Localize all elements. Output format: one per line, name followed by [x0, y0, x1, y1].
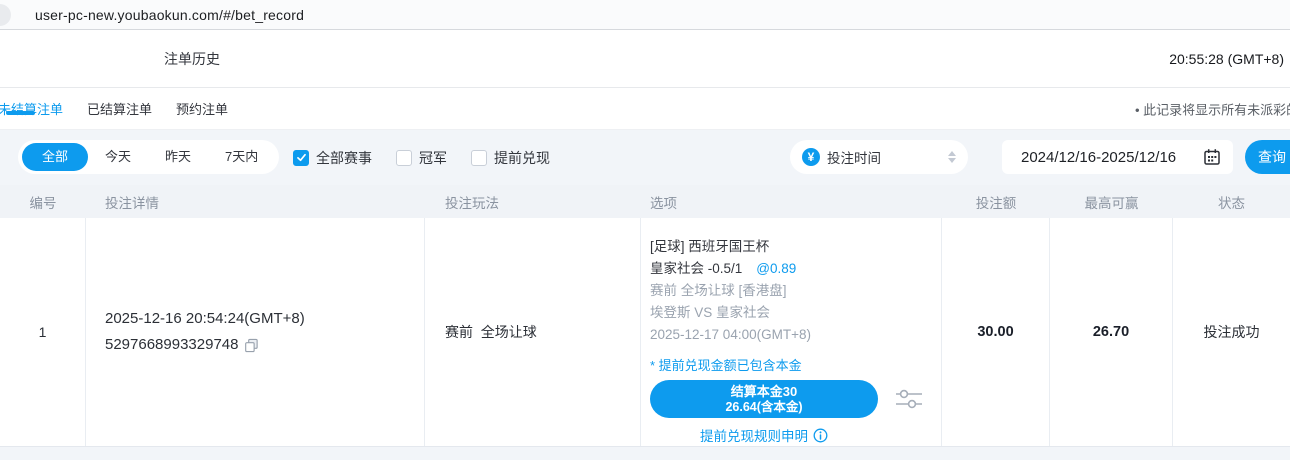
checkbox-all-events-label: 全部赛事: [316, 148, 372, 168]
filter-pill-all[interactable]: 全部: [22, 143, 88, 171]
col-header-no: 编号: [0, 192, 86, 212]
tab-settled-label: 已结算注单: [87, 102, 152, 117]
checkbox-champion-label: 冠军: [419, 148, 447, 168]
server-clock: 20:55:28 (GMT+8): [1169, 51, 1284, 67]
filter-pill-today[interactable]: 今天: [88, 143, 148, 171]
date-range-input[interactable]: 2024/12/16-2025/12/16: [1002, 140, 1233, 174]
page-header: 注单历史 20:55:28 (GMT+8): [0, 30, 1290, 88]
option-match-time: 2025-12-17 04:00(GMT+8): [650, 324, 941, 346]
checkbox-champion[interactable]: 冠军: [396, 148, 447, 168]
cashout-button-line2: 26.64(含本金): [725, 400, 802, 415]
browser-address-bar[interactable]: user-pc-new.youbaokun.com/#/bet_record: [0, 0, 1290, 30]
cell-status: 投注成功: [1173, 218, 1290, 446]
cell-max-win: 26.70: [1050, 218, 1173, 446]
tab-reserved-label: 预约注单: [176, 102, 228, 117]
bet-time-sort-select[interactable]: ¥ 投注时间: [790, 140, 968, 174]
cashout-button-line1: 结算本金30: [731, 384, 797, 400]
cashout-rules-label: 提前兑现规则申明: [700, 425, 808, 445]
cell-bet-detail: 2025-12-16 20:54:24(GMT+8) 5297668993329…: [86, 218, 425, 446]
filter-bar: 全部 今天 昨天 7天内 全部赛事 冠军 提前兑现 ¥ 投注时间 2024/12…: [0, 130, 1290, 185]
tab-settled[interactable]: 已结算注单: [83, 99, 156, 118]
info-icon: [813, 428, 828, 443]
tab-unsettled[interactable]: 未结算注单: [0, 99, 67, 118]
active-tab-indicator: [6, 111, 35, 115]
date-range-value: 2024/12/16-2025/12/16: [1021, 149, 1176, 166]
option-market: 赛前 全场让球 [香港盘]: [650, 280, 941, 302]
table-header-row: 编号 投注详情 投注玩法 选项 投注额 最高可赢 状态: [0, 185, 1290, 218]
cell-play-type: 赛前 全场让球: [425, 218, 641, 446]
option-selection: 皇家社会 -0.5/1: [650, 261, 742, 276]
checkbox-checked-icon[interactable]: [293, 150, 309, 166]
checkbox-unchecked-icon[interactable]: [471, 150, 487, 166]
cell-option: [足球] 西班牙国王杯 皇家社会 -0.5/1 @0.89 赛前 全场让球 [香港…: [641, 218, 942, 446]
option-selection-line: 皇家社会 -0.5/1 @0.89: [650, 258, 941, 280]
record-note: • 此记录将显示所有未派彩的投: [1135, 99, 1290, 118]
yuan-circle-icon: ¥: [802, 148, 820, 166]
cell-row-number: 1: [0, 218, 86, 446]
tab-reserved[interactable]: 预约注单: [172, 99, 232, 118]
time-filter-group: 全部 今天 昨天 7天内: [18, 140, 279, 174]
col-header-bet-detail: 投注详情: [86, 192, 425, 212]
checkbox-cashout-label: 提前兑现: [494, 148, 550, 168]
col-header-play-type: 投注玩法: [425, 192, 641, 212]
sort-updown-icon: [948, 151, 956, 163]
col-header-status: 状态: [1173, 192, 1290, 212]
event-checkbox-group: 全部赛事 冠军 提前兑现: [293, 130, 550, 185]
table-row: 1 2025-12-16 20:54:24(GMT+8) 52976689933…: [0, 218, 1290, 447]
bet-id: 5297668993329748: [105, 332, 238, 358]
page-background: [0, 447, 1290, 460]
search-button[interactable]: 查询: [1245, 140, 1290, 174]
copy-icon[interactable]: [244, 338, 259, 353]
page-title: 注单历史: [164, 49, 220, 69]
filter-pill-yesterday[interactable]: 昨天: [148, 143, 208, 171]
bet-time: 2025-12-16 20:54:24(GMT+8): [105, 306, 424, 332]
sort-select-label: 投注时间: [827, 147, 881, 167]
option-match: 埃登斯 VS 皇家社会: [650, 302, 941, 324]
checkbox-all-events[interactable]: 全部赛事: [293, 148, 372, 168]
filter-pill-7days[interactable]: 7天内: [208, 143, 275, 171]
option-odds: @0.89: [756, 261, 796, 276]
cell-stake: 30.00: [942, 218, 1050, 446]
cashout-rules-link[interactable]: 提前兑现规则申明: [650, 425, 878, 445]
site-favicon: [0, 4, 11, 26]
col-header-max-win: 最高可赢: [1050, 192, 1173, 212]
option-league: [足球] 西班牙国王杯: [650, 236, 941, 258]
checkbox-cashout[interactable]: 提前兑现: [471, 148, 550, 168]
url-text[interactable]: user-pc-new.youbaokun.com/#/bet_record: [35, 7, 304, 23]
tab-bar: 未结算注单 已结算注单 预约注单 • 此记录将显示所有未派彩的投: [0, 88, 1290, 130]
sliders-icon[interactable]: [894, 388, 924, 410]
col-header-option: 选项: [641, 192, 942, 212]
cashout-button[interactable]: 结算本金30 26.64(含本金): [650, 380, 878, 418]
calendar-icon: [1203, 148, 1221, 166]
col-header-stake: 投注额: [942, 192, 1050, 212]
checkbox-unchecked-icon[interactable]: [396, 150, 412, 166]
cashout-note: * 提前兑现金额已包含本金: [650, 358, 941, 374]
